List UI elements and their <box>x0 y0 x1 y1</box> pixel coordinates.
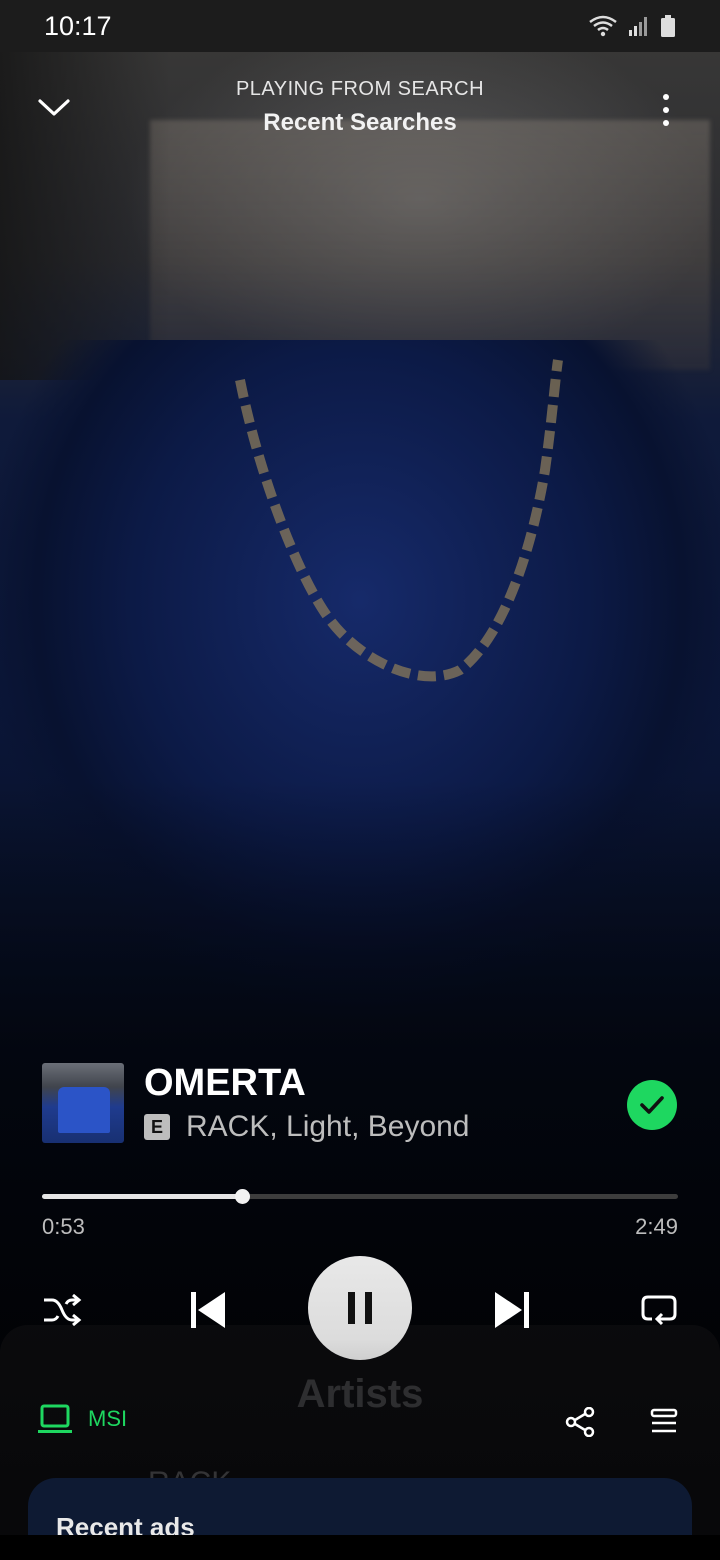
progress-fill <box>42 1194 242 1199</box>
total-duration: 2:49 <box>635 1214 678 1239</box>
track-artists[interactable]: RACK, Light, Beyond <box>186 1110 470 1144</box>
album-art-thumbnail[interactable] <box>42 1063 124 1143</box>
track-title[interactable]: OMERTA <box>144 1062 306 1105</box>
track-subtitle: E RACK, Light, Beyond <box>144 1110 470 1144</box>
share-button[interactable] <box>562 1404 598 1440</box>
progress-bar[interactable] <box>42 1187 678 1207</box>
track-info: OMERTA E RACK, Light, Beyond <box>42 1062 678 1144</box>
playing-context[interactable]: PLAYING FROM SEARCH Recent Searches <box>140 78 580 137</box>
signal-icon <box>629 17 647 36</box>
progress-knob[interactable] <box>235 1189 250 1204</box>
repeat-icon <box>641 1295 677 1326</box>
queue-button[interactable] <box>648 1404 680 1440</box>
collapse-player-button[interactable] <box>30 88 78 128</box>
status-time: 10:17 <box>44 10 112 41</box>
player-bottom-bar: MSI <box>0 1398 720 1448</box>
system-nav-bar <box>0 1535 720 1560</box>
pause-icon <box>348 1292 372 1324</box>
connect-device-button[interactable]: MSI <box>38 1404 127 1434</box>
liked-button[interactable] <box>627 1080 677 1130</box>
chevron-down-icon <box>38 99 70 116</box>
explicit-badge: E <box>144 1114 170 1140</box>
pause-button[interactable] <box>308 1256 412 1360</box>
wifi-icon <box>589 15 617 37</box>
shuffle-icon <box>44 1294 82 1326</box>
context-label: PLAYING FROM SEARCH <box>235 78 485 100</box>
elapsed-time: 0:53 <box>42 1214 85 1239</box>
skip-next-icon <box>495 1292 529 1328</box>
context-name: Recent Searches <box>263 109 457 136</box>
device-name: MSI <box>88 1406 128 1431</box>
more-vertical-icon <box>663 94 669 126</box>
battery-icon <box>661 15 675 37</box>
queue-icon <box>650 1408 678 1433</box>
shuffle-button[interactable] <box>36 1286 88 1334</box>
checkmark-icon <box>640 1096 664 1114</box>
more-options-button[interactable] <box>648 88 684 132</box>
previous-track-button[interactable] <box>182 1284 234 1336</box>
playback-controls <box>0 1256 720 1364</box>
laptop-icon <box>38 1404 72 1433</box>
next-track-button[interactable] <box>486 1284 538 1336</box>
share-icon <box>565 1407 595 1437</box>
status-bar: 10:17 <box>0 0 720 52</box>
repeat-button[interactable] <box>634 1286 684 1334</box>
player-header: PLAYING FROM SEARCH Recent Searches <box>0 52 720 162</box>
skip-previous-icon <box>191 1292 225 1328</box>
